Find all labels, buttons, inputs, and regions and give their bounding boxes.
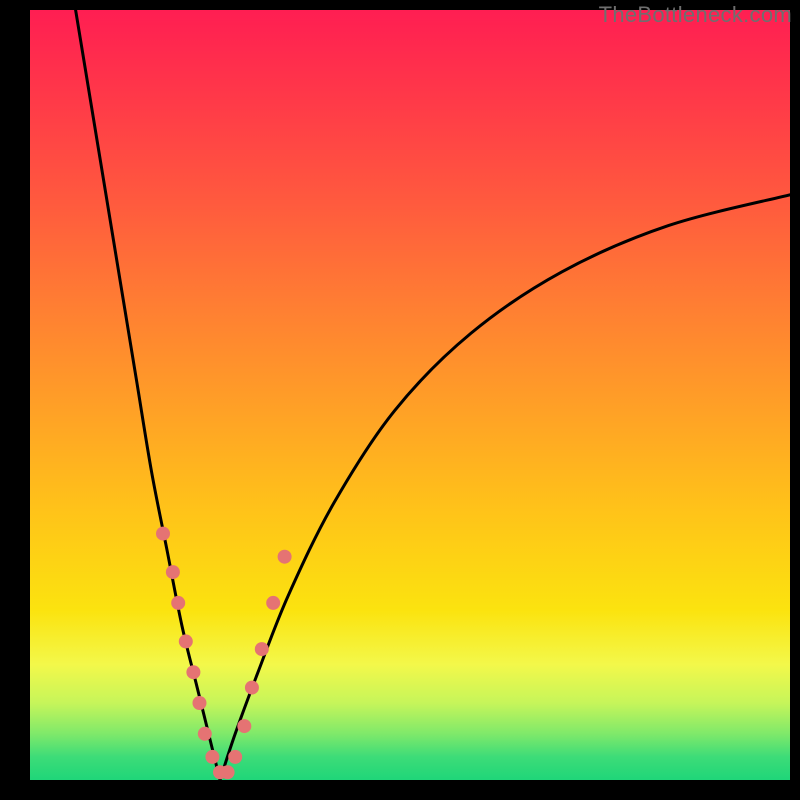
marker-dot <box>198 727 212 741</box>
marker-dot <box>266 596 280 610</box>
watermark-text: TheBottleneck.com <box>599 2 792 28</box>
marker-dot <box>171 596 185 610</box>
marker-dot <box>205 750 219 764</box>
marker-dot <box>192 696 206 710</box>
curves-layer <box>30 10 790 780</box>
marker-dot <box>228 750 242 764</box>
marker-dot <box>237 719 251 733</box>
right-curve <box>220 195 790 780</box>
marker-dot <box>166 565 180 579</box>
marker-dot <box>186 665 200 679</box>
plot-area <box>30 10 790 780</box>
marker-dots <box>156 527 292 780</box>
marker-dot <box>179 634 193 648</box>
left-curve <box>76 10 220 780</box>
marker-dot <box>245 681 259 695</box>
marker-dot <box>278 550 292 564</box>
marker-dot <box>255 642 269 656</box>
marker-dot <box>221 765 235 779</box>
marker-dot <box>156 527 170 541</box>
chart-stage: TheBottleneck.com <box>0 0 800 800</box>
